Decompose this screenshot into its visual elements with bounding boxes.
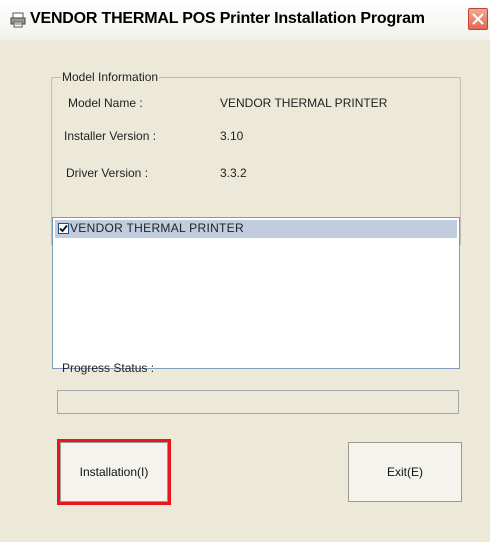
- printer-checkbox[interactable]: [58, 223, 69, 234]
- printer-item-label: VENDOR THERMAL PRINTER: [70, 221, 244, 235]
- printer-listbox[interactable]: VENDOR THERMAL PRINTER: [52, 217, 460, 369]
- progress-status-label: Progress Status :: [62, 361, 155, 375]
- model-name-label: Model Name :: [68, 96, 143, 110]
- close-button[interactable]: [468, 8, 488, 30]
- exit-button[interactable]: Exit(E): [348, 442, 462, 502]
- driver-version-value: 3.3.2: [220, 166, 247, 180]
- window-body: Model Information Model Name : VENDOR TH…: [0, 40, 490, 542]
- checkmark-icon: [59, 224, 68, 233]
- list-item[interactable]: VENDOR THERMAL PRINTER: [55, 220, 457, 238]
- close-icon: [472, 13, 484, 25]
- installer-version-value: 3.10: [220, 129, 244, 143]
- window-title: VENDOR THERMAL POS Printer Installation …: [30, 10, 425, 27]
- driver-version-label: Driver Version :: [66, 166, 149, 180]
- model-information-legend: Model Information: [62, 70, 159, 84]
- model-name-value: VENDOR THERMAL PRINTER: [220, 96, 388, 110]
- installer-version-label: Installer Version :: [64, 129, 157, 143]
- progress-bar: [57, 390, 459, 414]
- printer-icon: [10, 12, 26, 28]
- highlight-box: [57, 439, 171, 505]
- title-bar: VENDOR THERMAL POS Printer Installation …: [0, 0, 490, 40]
